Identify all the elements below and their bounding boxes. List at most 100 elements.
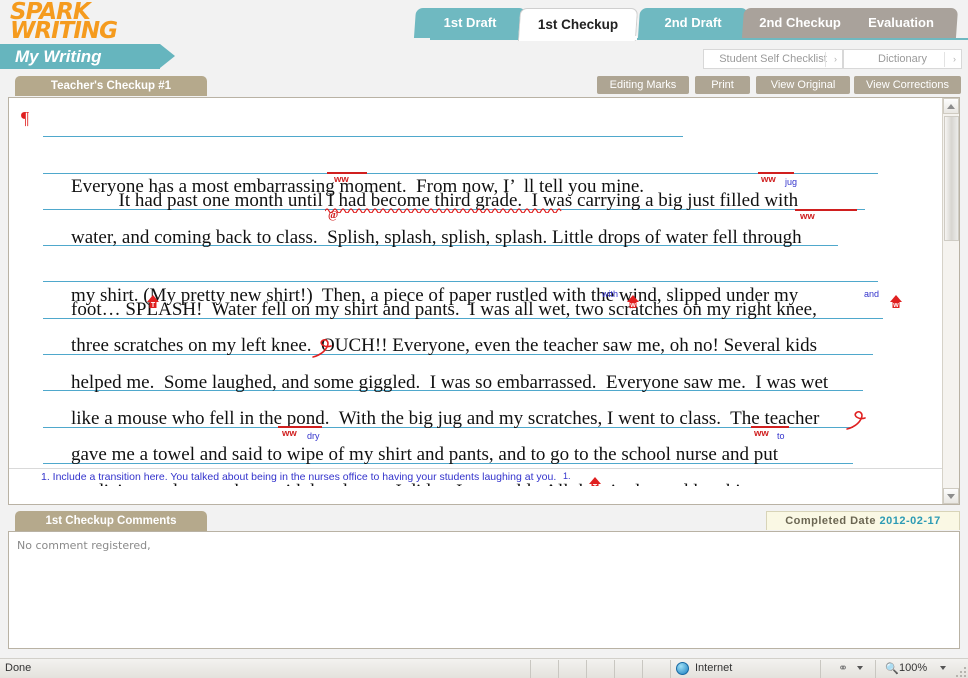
select-divider xyxy=(944,52,945,67)
suggestion-with: with xyxy=(602,289,619,300)
spelling-squiggle xyxy=(325,208,562,213)
view-corrections-button[interactable]: View Corrections xyxy=(854,76,961,94)
essay-scroll-area[interactable]: ¶ Everyone has a most embarrassing momen… xyxy=(9,98,943,486)
svg-text:w: w xyxy=(629,302,636,309)
insert-caret-icon-and: w xyxy=(846,277,903,329)
select-label: Dictionary xyxy=(878,53,927,65)
ww-label-put: ww xyxy=(754,428,769,440)
active-tab-mask xyxy=(521,36,637,40)
essay-line-text: three scratches on my left knee. OUCH!! … xyxy=(71,335,818,357)
view-original-button[interactable]: View Original xyxy=(756,76,850,94)
editing-marks-button[interactable]: Editing Marks xyxy=(597,76,689,94)
tab-label: 2nd Draft xyxy=(664,15,722,30)
internet-globe-icon xyxy=(676,662,689,675)
security-zone-cell[interactable] xyxy=(670,660,820,678)
select-label: Student Self Checklist xyxy=(719,53,827,65)
footnote-ref-number: 1. xyxy=(563,470,571,481)
security-zone-label: Internet xyxy=(695,662,733,674)
status-cell xyxy=(614,660,642,678)
comments-tab[interactable]: 1st Checkup Comments xyxy=(15,511,207,531)
status-cell xyxy=(530,660,558,678)
tab-label: Evaluation xyxy=(868,15,934,30)
caret-up-icon xyxy=(947,104,955,109)
line-rule xyxy=(43,136,683,138)
suggestion-jug: jug xyxy=(785,177,798,188)
completed-date-label: Completed Date xyxy=(785,515,876,527)
line-rule xyxy=(43,281,878,283)
ww-label-through: ww xyxy=(800,210,815,222)
scroll-down-button[interactable] xyxy=(943,488,959,504)
dictionary-select[interactable]: Dictionary › xyxy=(843,49,962,69)
section-banner-my-writing: My Writing xyxy=(0,44,160,69)
insert-caret-icon-footnote: T xyxy=(545,459,602,486)
line-rule xyxy=(43,172,878,174)
tab-evaluation[interactable]: Evaluation xyxy=(843,8,959,38)
caret-down-icon xyxy=(947,494,955,499)
delete-loop-glyph xyxy=(845,411,866,431)
chevron-right-icon: › xyxy=(953,54,956,64)
tab-2nd-checkup[interactable]: 2nd Checkup xyxy=(741,8,859,38)
comments-panel[interactable]: No comment registered, xyxy=(8,531,960,649)
suggestion-dry: dry xyxy=(307,431,320,442)
essay-line: It had past one month until I had become… xyxy=(33,142,919,211)
teachers-checkup-tab[interactable]: Teacher's Checkup #1 xyxy=(15,76,207,96)
caret-glyph: T xyxy=(588,476,601,486)
delete-comma-icon xyxy=(795,387,869,459)
caret-glyph: w xyxy=(626,295,639,309)
zoom-dropdown-caret-icon[interactable] xyxy=(940,666,946,670)
tab-underline xyxy=(430,38,968,40)
insert-caret-icon-with: w xyxy=(583,277,640,329)
svg-text:T: T xyxy=(592,484,597,486)
privacy-report-icon[interactable]: ⚭ xyxy=(838,661,848,675)
essay-line-text: medicine, and cover them with bandages. … xyxy=(71,481,760,486)
privacy-dropdown-caret-icon[interactable] xyxy=(857,666,863,670)
resize-grip-icon[interactable] xyxy=(954,665,966,677)
comments-body-text: No comment registered, xyxy=(17,539,151,552)
caret-glyph: T xyxy=(146,295,159,309)
essay-line-text: water, and coming back to class. Splish,… xyxy=(71,226,802,248)
svg-text:T: T xyxy=(150,302,155,309)
ww-label-wipe: ww xyxy=(282,428,297,440)
insert-caret-icon: T xyxy=(103,277,160,329)
tab-2nd-draft[interactable]: 2nd Draft xyxy=(637,8,749,38)
print-button[interactable]: Print xyxy=(695,76,750,94)
essay-vertical-scrollbar[interactable] xyxy=(942,98,959,504)
zoom-level-label: 100% xyxy=(899,662,928,674)
status-text: Done xyxy=(5,662,32,674)
tab-label: 2nd Checkup xyxy=(759,15,841,30)
ww-label-until: ww xyxy=(334,174,349,186)
suggestion-to: to xyxy=(777,431,785,442)
student-self-checklist-select[interactable]: Student Self Checklist › xyxy=(703,49,843,69)
status-cell xyxy=(586,660,614,678)
svg-text:w: w xyxy=(892,302,899,309)
completed-date-value: 2012-02-17 xyxy=(879,515,941,527)
at-mark-icon: @ xyxy=(328,208,339,221)
browser-status-bar: Done Internet ⚭ 🔍 100% xyxy=(0,658,968,678)
essay-panel: ¶ Everyone has a most embarrassing momen… xyxy=(8,97,960,505)
essay-line-text: like a mouse who fell in the pond. With … xyxy=(71,408,820,430)
completed-date-badge: Completed Date 2012-02-17 xyxy=(766,511,960,530)
delete-loop-glyph xyxy=(311,338,332,358)
select-divider xyxy=(825,52,826,67)
essay-line-text: gave me a towel and said to wipe of my s… xyxy=(71,444,779,466)
ww-label-just: ww xyxy=(761,174,776,186)
essay-line-text: helped me. Some laughed, and some giggle… xyxy=(71,371,829,393)
tab-1st-draft[interactable]: 1st Draft xyxy=(413,8,527,38)
essay-line-text: foot… SPLASH! Water fell on my shirt and… xyxy=(71,299,817,321)
scroll-up-button[interactable] xyxy=(943,98,959,114)
logo-text-writing: WRITING xyxy=(10,18,118,44)
tab-label: 1st Draft xyxy=(443,15,497,30)
delete-comma-icon xyxy=(261,315,335,387)
caret-glyph: w xyxy=(889,295,902,309)
zoom-magnifier-icon: 🔍 xyxy=(885,663,899,675)
essay-body: ¶ Everyone has a most embarrassing momen… xyxy=(9,98,919,486)
status-cell xyxy=(642,660,670,678)
chevron-right-icon: › xyxy=(834,54,837,64)
essay-line: ¶ Everyone has a most embarrassing momen… xyxy=(21,106,919,197)
banner-arrow-shape xyxy=(160,44,175,68)
paragraph-icon: ¶ xyxy=(21,108,30,128)
essay-line: foot… SPLASH! Water fell on my shirt and… xyxy=(33,251,919,320)
scrollbar-thumb[interactable] xyxy=(944,116,959,241)
suggestion-and: and xyxy=(864,289,880,300)
status-cell xyxy=(558,660,586,678)
